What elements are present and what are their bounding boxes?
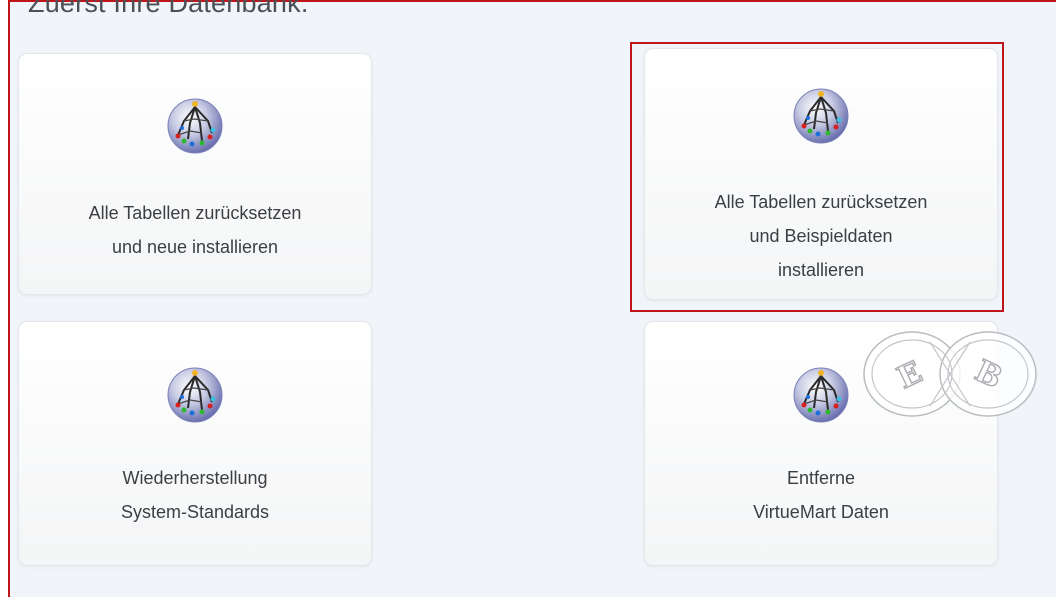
database-tree-icon: [167, 367, 223, 423]
page-heading: Zuerst Ihre Datenbank.: [28, 0, 309, 18]
database-tree-icon: [793, 88, 849, 144]
database-tree-icon: [167, 98, 223, 154]
card-reset-tables-install-new[interactable]: Alle Tabellen zurücksetzen und neue inst…: [18, 53, 372, 295]
card-label: Wiederherstellung System-Standards: [120, 468, 270, 522]
card-label: Alle Tabellen zurücksetzen und neue inst…: [88, 203, 302, 257]
database-tree-icon: [793, 367, 849, 423]
card-reset-tables-install-sample-data[interactable]: Alle Tabellen zurücksetzen und Beispield…: [644, 48, 998, 300]
exb-watermark-logo: E B: [863, 331, 1037, 417]
card-restore-system-defaults[interactable]: Wiederherstellung System-Standards: [18, 321, 372, 566]
card-label: Alle Tabellen zurücksetzen und Beispield…: [714, 192, 928, 280]
card-label: Entferne VirtueMart Daten: [753, 468, 889, 522]
